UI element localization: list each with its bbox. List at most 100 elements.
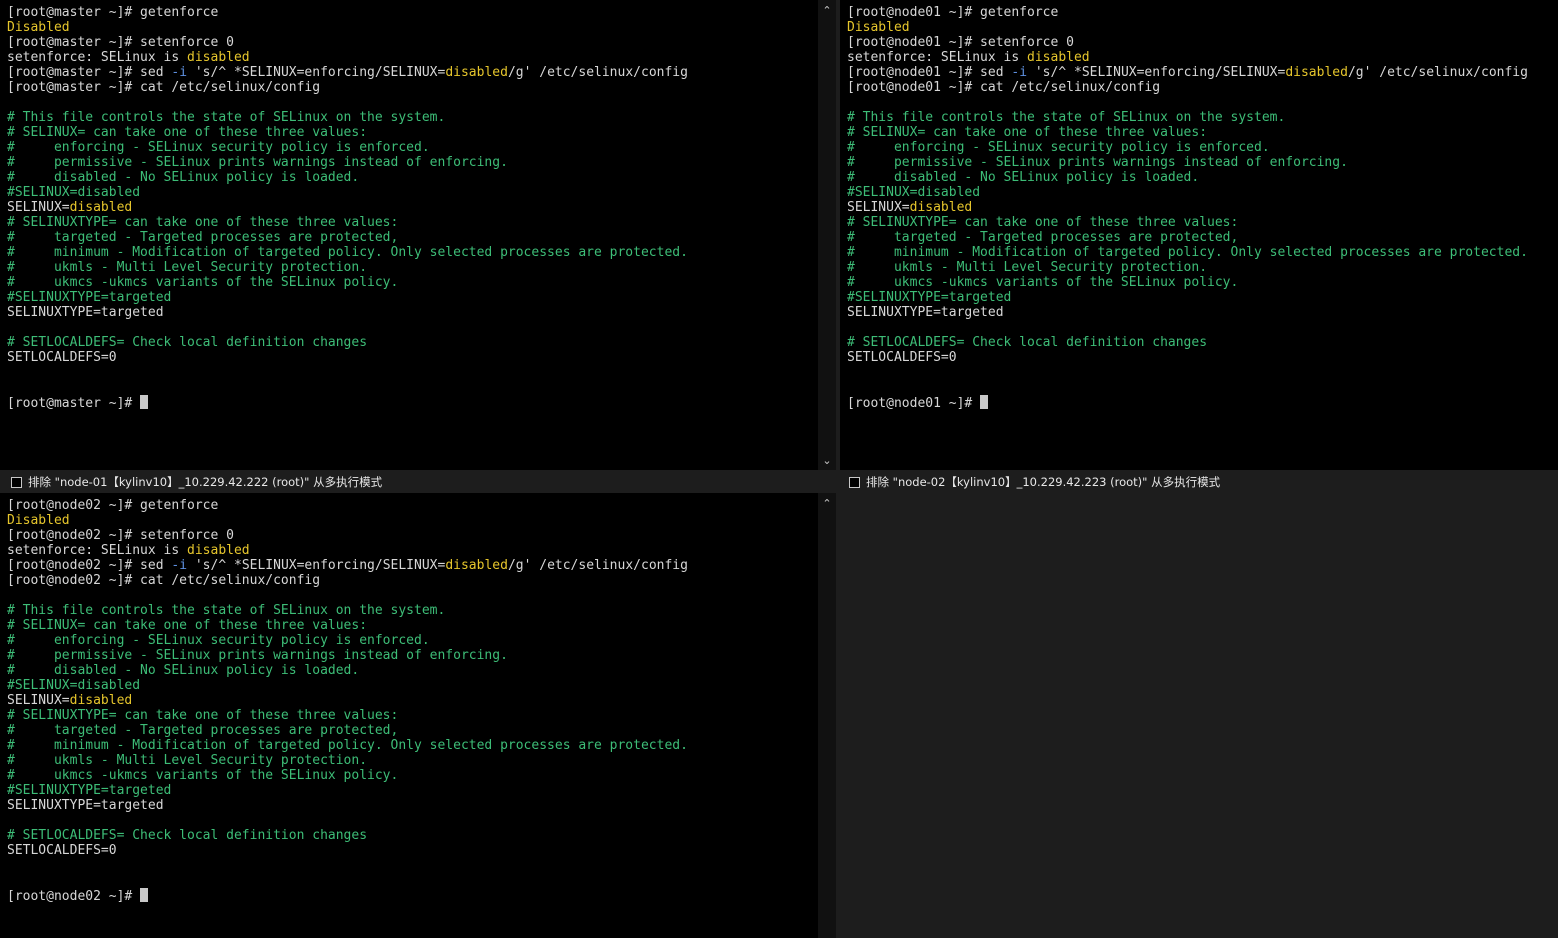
terminal-line: [root@master ~]# getenforce xyxy=(7,5,688,20)
terminal-output: [root@node02 ~]# getenforce Disabled [root… xyxy=(7,498,688,904)
terminal-text: #SELINUXTYPE=targeted xyxy=(7,290,172,305)
terminal-line: setenforce: SELinux is disabled xyxy=(7,543,688,558)
terminal-text: # ukmcs -ukmcs variants of the SELinux p… xyxy=(7,275,399,290)
terminal-line: # ukmcs -ukmcs variants of the SELinux p… xyxy=(847,275,1528,290)
terminal-line: [root@node02 ~]# setenforce 0 xyxy=(7,528,688,543)
terminal-text: # This file controls the state of SELinu… xyxy=(7,603,446,618)
terminal-text: SELINUX= xyxy=(7,693,70,708)
terminal-text: # targeted - Targeted processes are prot… xyxy=(7,230,399,245)
terminal-pane-master[interactable]: [root@master ~]# getenforce Disabled [root… xyxy=(0,0,818,470)
terminal-text: # permissive - SELinux prints warnings i… xyxy=(847,155,1348,170)
terminal-line: # minimum - Modification of targeted pol… xyxy=(847,245,1528,260)
terminal-text: # minimum - Modification of targeted pol… xyxy=(847,245,1528,260)
terminal-output: [root@node01 ~]# getenforce Disabled [root… xyxy=(847,5,1528,411)
terminal-pane-node02[interactable]: [root@node02 ~]# getenforce Disabled [root… xyxy=(0,493,818,938)
terminal-text: # enforcing - SELinux security policy is… xyxy=(7,140,430,155)
terminal-line: setenforce: SELinux is disabled xyxy=(7,50,688,65)
terminal-text: # SELINUXTYPE= can take one of these thr… xyxy=(7,215,399,230)
exclude-bar-node-02: 排除 "node-02【kylinv10】_10.229.42.223 (roo… xyxy=(838,471,1558,493)
terminal-text: 's/^ *SELINUX=enforcing/SELINUX= xyxy=(187,558,446,573)
terminal-line: [root@node02 ~]# getenforce xyxy=(7,498,688,513)
exclude-bar-node-01: 排除 "node-01【kylinv10】_10.229.42.222 (roo… xyxy=(0,471,818,493)
terminal-line: #SELINUXTYPE=targeted xyxy=(7,783,688,798)
terminal-line: Disabled xyxy=(847,20,1528,35)
terminal-line: # disabled - No SELinux policy is loaded… xyxy=(7,663,688,678)
terminal-text: SETLOCALDEFS=0 xyxy=(7,843,117,858)
terminal-line: [root@master ~]# xyxy=(7,395,688,411)
terminal-line: # SELINUX= can take one of these three v… xyxy=(847,125,1528,140)
terminal-text: # ukmls - Multi Level Security protectio… xyxy=(847,260,1208,275)
terminal-line: [root@master ~]# sed -i 's/^ *SELINUX=en… xyxy=(7,65,688,80)
terminal-text: -i xyxy=(1011,65,1028,80)
scrollbar-node02[interactable]: ⌃ xyxy=(818,493,836,938)
terminal-line: # This file controls the state of SELinu… xyxy=(847,110,1528,125)
terminal-text: # SELINUXTYPE= can take one of these thr… xyxy=(847,215,1239,230)
terminal-text: -i xyxy=(171,65,188,80)
terminal-text: # disabled - No SELinux policy is loaded… xyxy=(7,170,360,185)
terminal-output: [root@master ~]# getenforce Disabled [root… xyxy=(7,5,688,411)
terminal-pane-node01[interactable]: [root@node01 ~]# getenforce Disabled [root… xyxy=(840,0,1558,470)
terminal-line: [root@node02 ~]# xyxy=(7,888,688,904)
terminal-line: setenforce: SELinux is disabled xyxy=(847,50,1528,65)
terminal-text: [root@node01 ~]# setenforce 0 xyxy=(847,35,1074,50)
terminal-line: # enforcing - SELinux security policy is… xyxy=(7,140,688,155)
terminal-text: # This file controls the state of SELinu… xyxy=(7,110,446,125)
terminal-text: # permissive - SELinux prints warnings i… xyxy=(7,648,508,663)
scroll-up-icon[interactable]: ⌃ xyxy=(818,4,836,18)
terminal-text: setenforce: SELinux is xyxy=(847,50,1028,65)
terminal-text: # permissive - SELinux prints warnings i… xyxy=(7,155,508,170)
terminal-line: # permissive - SELinux prints warnings i… xyxy=(847,155,1528,170)
terminal-line: [root@node02 ~]# sed -i 's/^ *SELINUX=en… xyxy=(7,558,688,573)
terminal-line: # SELINUXTYPE= can take one of these thr… xyxy=(7,215,688,230)
exclude-checkbox[interactable] xyxy=(849,476,860,488)
terminal-text: /g' /etc/selinux/config xyxy=(507,558,688,573)
empty-pane xyxy=(838,493,1558,938)
scrollbar-master[interactable]: ⌃ ⌄ xyxy=(818,0,836,470)
terminal-text: [root@master ~]# cat /etc/selinux/config xyxy=(7,80,321,95)
terminal-text: # ukmls - Multi Level Security protectio… xyxy=(7,260,368,275)
terminal-text: disabled xyxy=(909,200,973,215)
scroll-up-icon[interactable]: ⌃ xyxy=(818,497,836,511)
terminal-text: [root@node02 ~]# sed xyxy=(7,558,172,573)
terminal-line: [root@node01 ~]# cat /etc/selinux/config xyxy=(847,80,1528,95)
terminal-text: [root@node02 ~]# xyxy=(7,889,141,904)
terminal-text: # targeted - Targeted processes are prot… xyxy=(847,230,1239,245)
terminal-line: # minimum - Modification of targeted pol… xyxy=(7,738,688,753)
terminal-line: # ukmls - Multi Level Security protectio… xyxy=(847,260,1528,275)
terminal-text: Disabled xyxy=(7,513,70,528)
scroll-down-icon[interactable]: ⌄ xyxy=(818,454,836,468)
terminal-text: # targeted - Targeted processes are prot… xyxy=(7,723,399,738)
terminal-line: [root@master ~]# cat /etc/selinux/config xyxy=(7,80,688,95)
terminal-text: [root@master ~]# setenforce 0 xyxy=(7,35,234,50)
terminal-line: # minimum - Modification of targeted pol… xyxy=(7,245,688,260)
terminal-line: # SETLOCALDEFS= Check local definition c… xyxy=(847,335,1528,350)
terminal-text: [root@master ~]# sed xyxy=(7,65,172,80)
terminal-line: [root@node01 ~]# sed -i 's/^ *SELINUX=en… xyxy=(847,65,1528,80)
exclude-label: 排除 "node-01【kylinv10】_10.229.42.222 (roo… xyxy=(28,475,383,489)
terminal-text: disabled xyxy=(445,65,508,80)
terminal-line: # SELINUXTYPE= can take one of these thr… xyxy=(847,215,1528,230)
terminal-line: # ukmls - Multi Level Security protectio… xyxy=(7,260,688,275)
terminal-text: # SELINUX= can take one of these three v… xyxy=(847,125,1208,140)
terminal-text: /g' /etc/selinux/config xyxy=(507,65,688,80)
terminal-text: [root@node01 ~]# sed xyxy=(847,65,1012,80)
terminal-line: # SETLOCALDEFS= Check local definition c… xyxy=(7,335,688,350)
terminal-line: [root@node01 ~]# xyxy=(847,395,1528,411)
terminal-line: # SELINUX= can take one of these three v… xyxy=(7,618,688,633)
terminal-line: [root@master ~]# setenforce 0 xyxy=(7,35,688,50)
terminal-line: # disabled - No SELinux policy is loaded… xyxy=(7,170,688,185)
terminal-text: SELINUXTYPE=targeted xyxy=(7,305,164,320)
terminal-text: disabled xyxy=(69,693,133,708)
exclude-label: 排除 "node-02【kylinv10】_10.229.42.223 (roo… xyxy=(866,475,1221,489)
terminal-text: # SETLOCALDEFS= Check local definition c… xyxy=(847,335,1208,350)
terminal-line: # targeted - Targeted processes are prot… xyxy=(7,230,688,245)
terminal-text: #SELINUXTYPE=targeted xyxy=(7,783,172,798)
exclude-checkbox[interactable] xyxy=(11,476,22,488)
